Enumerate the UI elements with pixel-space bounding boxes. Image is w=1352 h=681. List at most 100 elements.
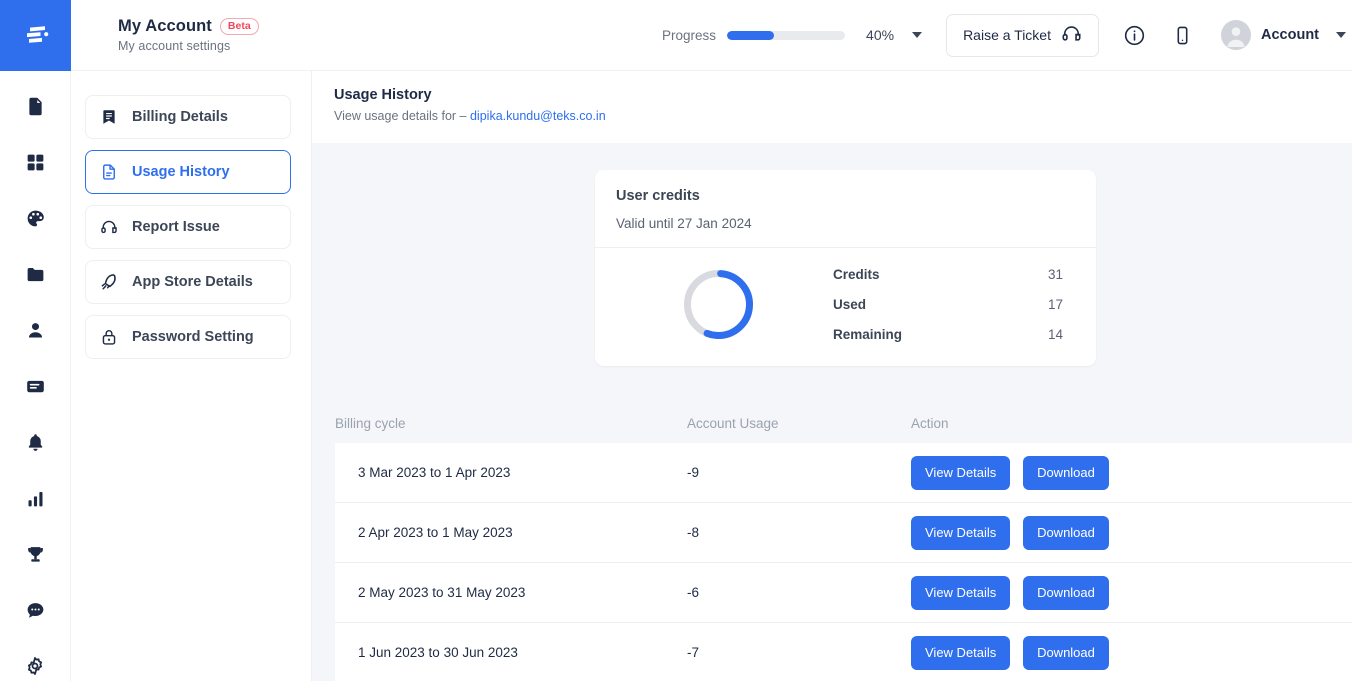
sidebar-item-usage-history[interactable]: Usage History (85, 150, 291, 194)
bar-chart-icon[interactable] (18, 481, 52, 515)
table-row: 1 Jun 2023 to 30 Jun 2023 -7 View Detail… (335, 623, 1352, 681)
header-subtitle: My account settings (118, 39, 231, 53)
credits-valid-until: Valid until 27 Jan 2024 (616, 216, 752, 231)
progress-indicator: Progress 40% (662, 27, 923, 43)
cell-account-usage: -9 (687, 465, 700, 480)
content-area: Usage History View usage details for – d… (312, 71, 1352, 681)
download-button[interactable]: Download (1023, 635, 1109, 670)
card-icon[interactable] (18, 369, 52, 403)
cell-action: View Details Download (911, 455, 1131, 490)
app-logo[interactable] (0, 0, 71, 71)
cell-billing-cycle: 1 Jun 2023 to 30 Jun 2023 (358, 645, 518, 660)
sidebar-item-app-store-details[interactable]: App Store Details (85, 260, 291, 304)
cell-account-usage: -6 (687, 585, 700, 600)
cell-account-usage: -8 (687, 525, 700, 540)
stat-value: 14 (1048, 327, 1064, 342)
palette-icon[interactable] (18, 201, 52, 235)
cell-action: View Details Download (911, 515, 1131, 550)
table-row: 2 Apr 2023 to 1 May 2023 -8 View Details… (335, 503, 1352, 563)
folder-icon[interactable] (18, 257, 52, 291)
content-subtitle: View usage details for – dipika.kundu@te… (334, 109, 1352, 123)
header-title-block: My Account Beta My account settings (71, 17, 259, 53)
cell-billing-cycle: 3 Mar 2023 to 1 Apr 2023 (358, 465, 511, 480)
avatar (1221, 20, 1251, 50)
sidebar-item-label: Password Setting (132, 329, 254, 345)
bell-icon[interactable] (18, 425, 52, 459)
download-button[interactable]: Download (1023, 455, 1109, 490)
mobile-phone-icon[interactable] (1169, 22, 1195, 48)
column-header-action: Action (911, 415, 949, 431)
credits-donut-chart (616, 267, 821, 342)
column-header-account-usage: Account Usage (687, 415, 779, 431)
bookmark-list-icon (100, 108, 119, 126)
view-details-button[interactable]: View Details (911, 575, 1011, 610)
download-button[interactable]: Download (1023, 575, 1109, 610)
header-controls: Progress 40% Raise a Ticket Account (662, 13, 1352, 57)
sidebar-item-label: Usage History (132, 164, 230, 180)
progress-label: Progress (662, 27, 717, 43)
rail-icon-list (0, 71, 70, 681)
cell-billing-cycle: 2 May 2023 to 31 May 2023 (358, 585, 526, 600)
download-button[interactable]: Download (1023, 515, 1109, 550)
view-details-button[interactable]: View Details (911, 635, 1011, 670)
stat-row: Used 17 (833, 297, 1075, 312)
column-header-billing-cycle: Billing cycle (335, 415, 406, 431)
sidebar-item-label: App Store Details (132, 274, 253, 290)
progress-percent: 40% (866, 27, 895, 43)
credits-card-header: User credits Valid until 27 Jan 2024 (595, 170, 1096, 248)
sidebar-item-label: Report Issue (132, 219, 220, 235)
user-avatar-icon (1227, 27, 1245, 47)
gear-icon[interactable] (18, 649, 52, 681)
content-title: Usage History (334, 87, 432, 103)
content-subtitle-prefix: View usage details for – (334, 109, 467, 123)
stat-row: Credits 31 (833, 267, 1075, 282)
sidebar-item-billing-details[interactable]: Billing Details (85, 95, 291, 139)
credits-card-body: Credits 31 Used 17 Remaining 14 (595, 248, 1096, 366)
lock-icon (100, 328, 119, 346)
table-row: 2 May 2023 to 31 May 2023 -6 View Detail… (335, 563, 1352, 623)
beta-badge: Beta (219, 17, 259, 36)
cell-action: View Details Download (911, 575, 1131, 610)
user-credits-card: User credits Valid until 27 Jan 2024 Cre… (595, 170, 1096, 366)
chevron-down-icon[interactable] (912, 32, 923, 38)
progress-fill (727, 30, 775, 40)
app-root: My Account Beta My account settings Prog… (0, 0, 1352, 681)
settings-nav-panel: Billing Details Usage History Report Iss… (71, 71, 312, 681)
document-icon[interactable] (18, 89, 52, 123)
sidebar-item-report-issue[interactable]: Report Issue (85, 205, 291, 249)
stat-value: 31 (1048, 267, 1064, 282)
person-icon[interactable] (18, 313, 52, 347)
cell-action: View Details Download (911, 635, 1131, 670)
cell-billing-cycle: 2 Apr 2023 to 1 May 2023 (358, 525, 513, 540)
view-details-button[interactable]: View Details (911, 515, 1011, 550)
view-details-button[interactable]: View Details (911, 455, 1011, 490)
credits-section: User credits Valid until 27 Jan 2024 Cre… (312, 143, 1352, 366)
progress-track (727, 30, 846, 40)
raise-ticket-button[interactable]: Raise a Ticket (946, 13, 1099, 57)
chat-bubble-icon[interactable] (18, 593, 52, 627)
chevron-down-icon[interactable] (1336, 32, 1346, 38)
usage-history-table: Billing cycle Account Usage Action 3 Mar… (312, 403, 1352, 681)
rocket-icon (100, 273, 119, 292)
account-email-link[interactable]: dipika.kundu@teks.co.in (470, 109, 606, 123)
top-header: My Account Beta My account settings Prog… (71, 0, 1352, 71)
stacked-bars-logo-icon (26, 25, 48, 43)
table-row: 3 Mar 2023 to 1 Apr 2023 -9 View Details… (335, 443, 1352, 503)
stat-label: Credits (833, 267, 880, 282)
headset-icon (1061, 23, 1082, 47)
info-circle-icon[interactable] (1121, 22, 1147, 48)
file-lines-icon (100, 163, 119, 181)
stat-value: 17 (1048, 297, 1064, 312)
account-menu[interactable]: Account (1221, 20, 1352, 50)
trophy-icon[interactable] (18, 537, 52, 571)
stat-label: Used (833, 297, 867, 312)
content-header: Usage History View usage details for – d… (312, 71, 1352, 143)
page-title: My Account (118, 17, 212, 35)
raise-ticket-label: Raise a Ticket (963, 27, 1051, 43)
sidebar-item-password-setting[interactable]: Password Setting (85, 315, 291, 359)
account-label: Account (1261, 27, 1319, 43)
sidebar-item-label: Billing Details (132, 109, 228, 125)
stat-label: Remaining (833, 327, 903, 342)
grid-dashboard-icon[interactable] (18, 145, 52, 179)
table-header-row: Billing cycle Account Usage Action (312, 403, 1352, 443)
